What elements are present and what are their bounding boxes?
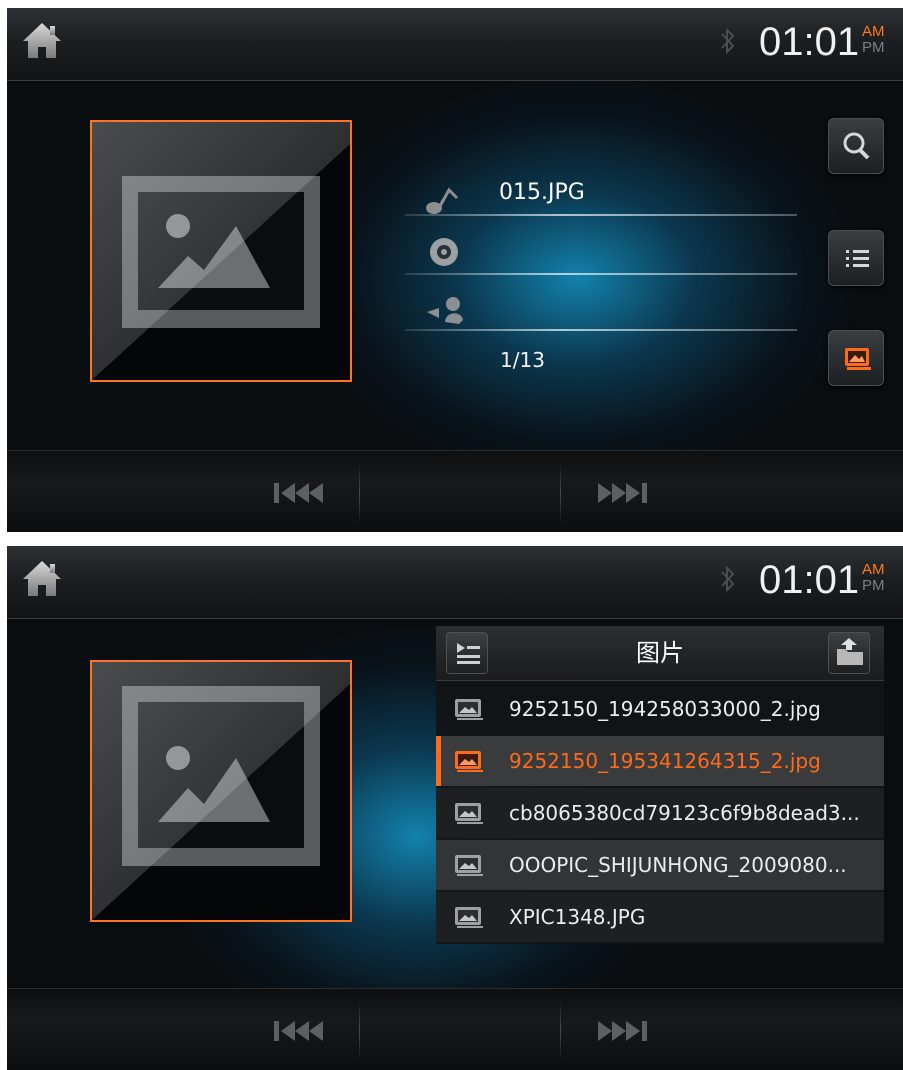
bar-divider: [560, 463, 561, 523]
artist-icon: [425, 292, 465, 326]
list-title: 图片: [636, 639, 684, 667]
search-icon: [843, 132, 870, 160]
folder-up-icon: [837, 638, 863, 665]
background-glow: [297, 78, 857, 478]
player-screen-info: 01:01 AM PM 015.JPG 1/13: [7, 8, 903, 532]
search-button[interactable]: [828, 118, 884, 174]
image-file-icon: [454, 853, 484, 877]
playback-bar: [7, 450, 903, 532]
clock-time: 01:01: [759, 20, 860, 64]
album-artwork: [90, 120, 352, 382]
home-icon[interactable]: [19, 18, 65, 64]
next-button[interactable]: [592, 1011, 662, 1051]
playlist-button[interactable]: [828, 230, 884, 286]
list-item-label: 9252150_195341264315_2.jpg: [509, 749, 821, 773]
bluetooth-icon: [719, 564, 737, 594]
next-button[interactable]: [592, 473, 662, 513]
next-track-icon: [598, 483, 647, 503]
album-artwork: [90, 660, 352, 922]
image-file-icon: [454, 905, 484, 929]
album-disc-icon: [428, 236, 460, 268]
list-item-selected[interactable]: 9252150_195341264315_2.jpg: [436, 736, 884, 786]
list-header: 图片: [436, 626, 884, 681]
list-item[interactable]: OOOPIC_SHIJUNHONG_2009080...: [436, 840, 884, 890]
info-separator: [405, 214, 797, 216]
photo-icon: [845, 348, 871, 370]
list-item-label: XPIC1348.JPG: [509, 905, 646, 929]
list-item-label: 9252150_194258033000_2.jpg: [509, 697, 821, 721]
status-bar: 01:01 AM PM: [7, 546, 903, 619]
music-note-icon: [423, 184, 469, 216]
player-screen-list: 01:01 AM PM 图片 9252150_194258033000_2.jp…: [7, 546, 903, 1070]
file-list-panel: 图片 9252150_194258033000_2.jpg 9252150_19…: [436, 626, 884, 944]
list-item[interactable]: cb8065380cd79123c6f9b8dead3...: [436, 788, 884, 838]
list-item[interactable]: XPIC1348.JPG: [436, 892, 884, 942]
folder-up-button[interactable]: [828, 632, 870, 674]
home-icon[interactable]: [19, 556, 65, 602]
image-file-icon: [454, 697, 484, 721]
list-item-label: OOOPIC_SHIJUNHONG_2009080...: [509, 853, 847, 877]
bar-divider: [359, 1001, 360, 1061]
status-bar: 01:01 AM PM: [7, 8, 903, 81]
previous-button[interactable]: [265, 473, 335, 513]
playlist-icon: [846, 250, 869, 267]
next-track-icon: [598, 1021, 647, 1041]
clock-pm: PM: [862, 39, 885, 56]
bluetooth-icon: [719, 26, 737, 56]
bar-divider: [560, 1001, 561, 1061]
previous-track-icon: [274, 1021, 323, 1041]
info-separator: [405, 329, 797, 331]
clock-pm: PM: [862, 577, 885, 594]
track-title: 015.JPG: [499, 180, 585, 205]
photo-mode-button[interactable]: [828, 330, 884, 386]
clock-time: 01:01: [759, 558, 860, 602]
clock-am: AM: [862, 23, 885, 40]
list-item-label: cb8065380cd79123c6f9b8dead3...: [509, 801, 860, 825]
info-separator: [405, 273, 797, 275]
image-file-icon: [454, 801, 484, 825]
previous-button[interactable]: [265, 1011, 335, 1051]
previous-track-icon: [274, 483, 323, 503]
selection-indicator: [436, 736, 441, 786]
bar-divider: [359, 463, 360, 523]
list-item[interactable]: 9252150_194258033000_2.jpg: [436, 684, 884, 734]
playback-bar: [7, 988, 903, 1070]
clock-am: AM: [862, 561, 885, 578]
image-file-icon: [454, 749, 484, 773]
track-counter: 1/13: [500, 348, 545, 372]
